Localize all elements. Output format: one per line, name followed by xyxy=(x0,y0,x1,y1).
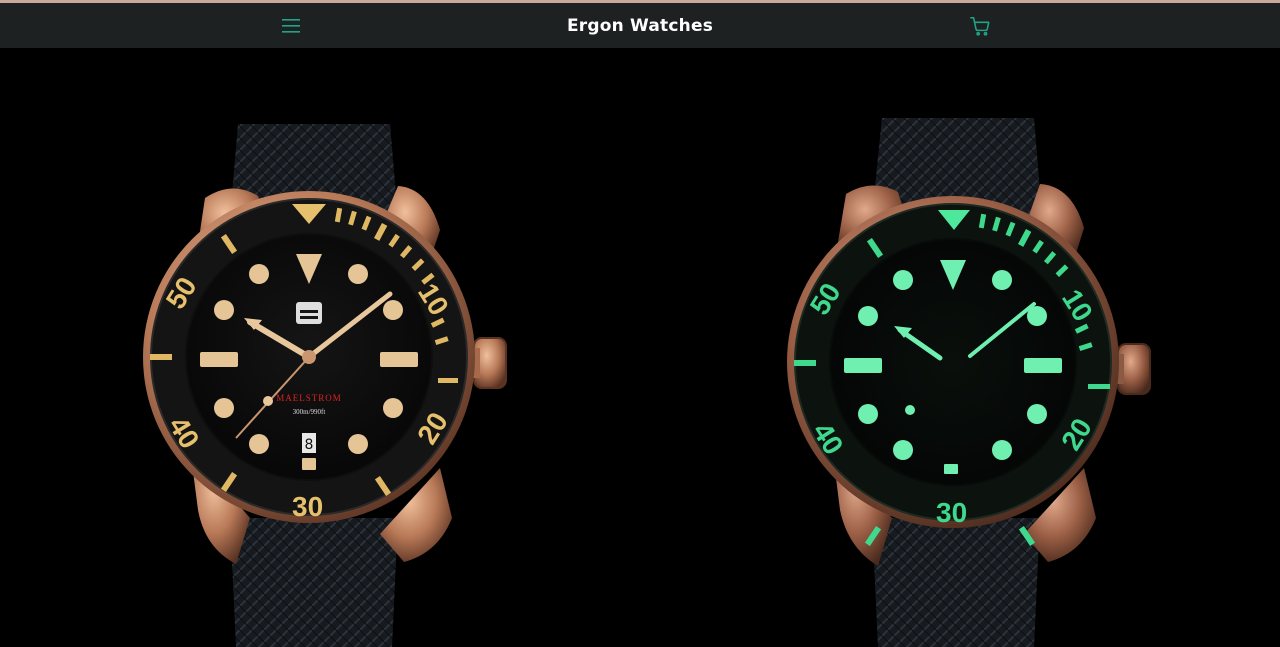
watch-left: 10 20 30 40 50 8 MAELSTROM 300m/990ft xyxy=(143,124,507,647)
svg-text:30: 30 xyxy=(936,497,967,528)
watch-right: 10 20 30 40 50 xyxy=(787,118,1151,647)
hero-section: 10 20 30 40 50 8 MAELSTROM 300m/990ft 10… xyxy=(0,48,1280,647)
svg-text:8: 8 xyxy=(305,437,314,453)
hamburger-menu-icon xyxy=(282,19,300,33)
svg-text:30: 30 xyxy=(292,491,323,522)
hero-watch-image: 10 20 30 40 50 8 MAELSTROM 300m/990ft 10… xyxy=(143,118,1151,647)
svg-text:MAELSTROM: MAELSTROM xyxy=(276,393,342,403)
svg-text:300m/990ft: 300m/990ft xyxy=(293,408,326,416)
cart-button[interactable] xyxy=(968,14,992,38)
menu-button[interactable] xyxy=(280,15,302,37)
shopping-cart-icon xyxy=(970,16,990,36)
site-header: Ergon Watches xyxy=(0,3,1280,48)
brand-title[interactable]: Ergon Watches xyxy=(567,16,713,36)
